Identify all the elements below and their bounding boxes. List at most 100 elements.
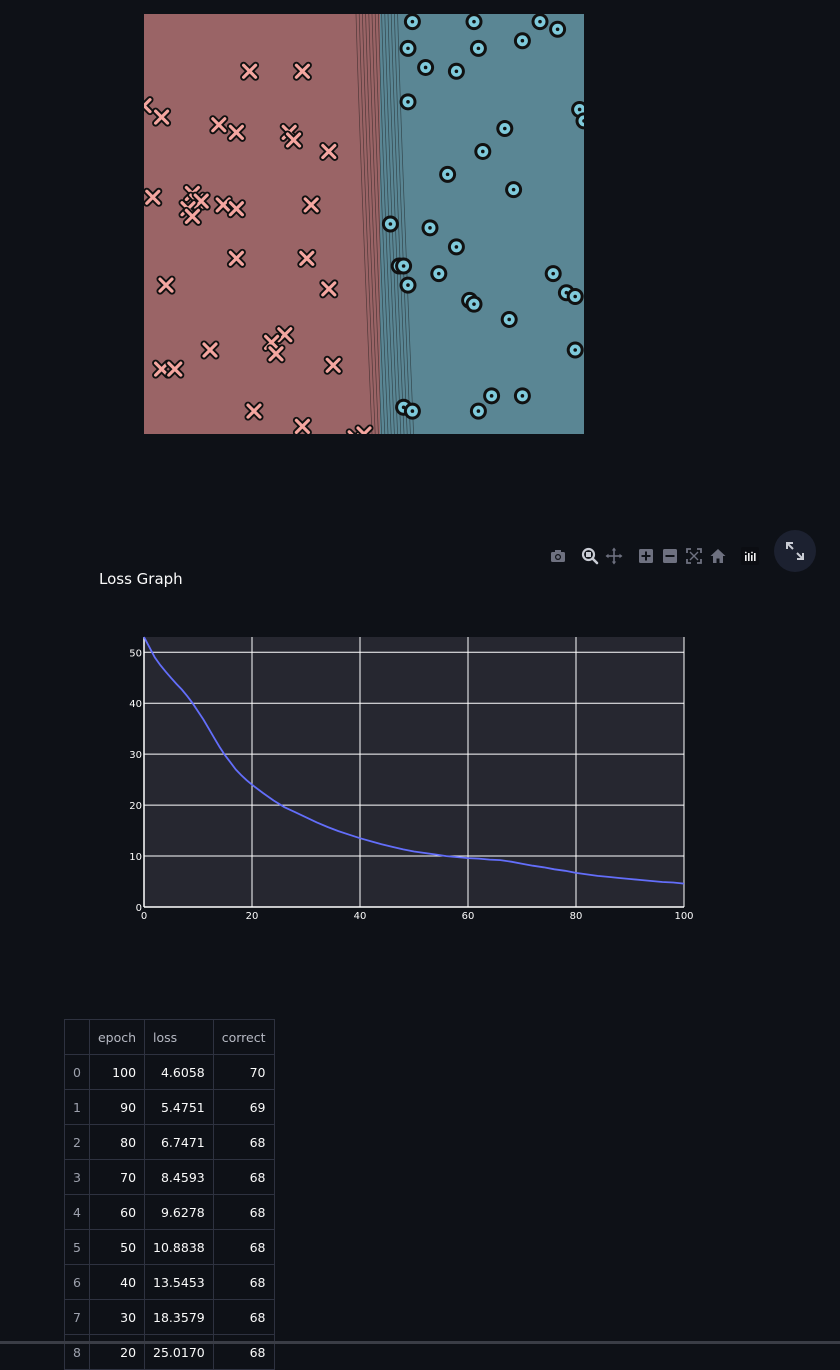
o-marker	[496, 120, 514, 138]
x-marker	[200, 340, 220, 360]
fullscreen-button[interactable]	[774, 530, 816, 572]
plotly-logo-icon[interactable]	[741, 547, 759, 565]
o-marker	[566, 288, 584, 306]
table-header-row: epoch loss correct	[64, 1019, 275, 1055]
epoch-cell[interactable]: 60	[88, 1194, 146, 1230]
correct-cell[interactable]: 68	[212, 1159, 275, 1195]
decision-boundary-svg[interactable]	[144, 14, 584, 434]
epoch-cell[interactable]: 90	[88, 1089, 146, 1125]
table-row: 3 70 8.4593 68	[64, 1159, 275, 1195]
correct-header[interactable]: correct	[212, 1019, 275, 1055]
loss-cell[interactable]: 13.5453	[144, 1264, 214, 1300]
o-marker	[447, 62, 465, 80]
row-index-cell[interactable]: 3	[64, 1159, 90, 1195]
row-index-cell[interactable]: 7	[64, 1299, 90, 1335]
o-marker	[399, 39, 417, 57]
expand-icon	[786, 542, 804, 560]
zoom-icon[interactable]	[581, 547, 599, 565]
epoch-cell[interactable]: 20	[88, 1334, 146, 1370]
loss-cell[interactable]: 4.6058	[144, 1054, 214, 1090]
loss-cell[interactable]: 5.4751	[144, 1089, 214, 1125]
zoom-in-icon[interactable]	[637, 547, 655, 565]
correct-cell[interactable]: 68	[212, 1264, 275, 1300]
o-marker	[469, 39, 487, 57]
y-tick-label: 20	[129, 801, 142, 812]
o-marker	[544, 265, 562, 283]
loss-cell[interactable]: 18.3579	[144, 1299, 214, 1335]
row-index-cell[interactable]: 6	[64, 1264, 90, 1300]
home-icon[interactable]	[709, 547, 727, 565]
index-header[interactable]	[64, 1019, 90, 1055]
table-row: 7 30 18.3579 68	[64, 1299, 275, 1335]
epoch-cell[interactable]: 40	[88, 1264, 146, 1300]
table-row: 8 20 25.0170 68	[64, 1334, 275, 1370]
o-marker	[505, 181, 523, 199]
autoscale-icon[interactable]	[685, 547, 703, 565]
correct-cell[interactable]: 70	[212, 1054, 275, 1090]
x-marker	[244, 401, 264, 421]
o-marker	[465, 295, 483, 313]
o-marker	[417, 58, 435, 76]
loss-line-chart[interactable]: 0 20 40 60 80 100 0 10 20 30 40 50	[0, 620, 840, 930]
x-tick-label: 20	[246, 911, 259, 922]
loss-cell[interactable]: 25.0170	[144, 1334, 214, 1370]
correct-cell[interactable]: 69	[212, 1089, 275, 1125]
zoom-out-icon[interactable]	[661, 547, 679, 565]
loss-cell[interactable]: 6.7471	[144, 1124, 214, 1160]
correct-cell[interactable]: 68	[212, 1194, 275, 1230]
x-marker	[152, 107, 172, 127]
o-marker	[439, 165, 457, 183]
epoch-cell[interactable]: 80	[88, 1124, 146, 1160]
loss-y-tick-labels: 0 10 20 30 40 50	[129, 648, 142, 914]
x-marker	[266, 344, 286, 364]
y-tick-label: 0	[136, 903, 142, 914]
x-marker	[301, 195, 321, 215]
row-index-cell[interactable]: 1	[64, 1089, 90, 1125]
epoch-header[interactable]: epoch	[88, 1019, 146, 1055]
loss-cell[interactable]: 8.4593	[144, 1159, 214, 1195]
x-marker	[226, 248, 246, 268]
table-body: 0 100 4.6058 70 1 90 5.4751 69 2 80 6.7471 68 3 70 8.4…	[64, 1054, 275, 1370]
o-marker	[421, 219, 439, 237]
training-table: epoch loss correct 0 100 4.6058 70 1 90 5.4751…	[64, 1019, 275, 1370]
loss-plot-area	[144, 637, 684, 907]
o-marker	[403, 402, 421, 420]
table-row: 1 90 5.4751 69	[64, 1089, 275, 1125]
correct-cell[interactable]: 68	[212, 1299, 275, 1335]
loss-cell[interactable]: 10.8838	[144, 1229, 214, 1265]
table-row: 0 100 4.6058 70	[64, 1054, 275, 1090]
row-index-cell[interactable]: 5	[64, 1229, 90, 1265]
row-index-cell[interactable]: 0	[64, 1054, 90, 1090]
row-index-cell[interactable]: 4	[64, 1194, 90, 1230]
x-marker	[226, 122, 246, 142]
o-marker	[513, 32, 531, 50]
epoch-cell[interactable]: 30	[88, 1299, 146, 1335]
y-tick-label: 10	[129, 852, 142, 863]
o-marker	[500, 310, 518, 328]
decision-boundary-plot[interactable]	[144, 14, 584, 434]
x-marker	[319, 141, 339, 161]
loss-cell[interactable]: 9.6278	[144, 1194, 214, 1230]
o-marker	[566, 341, 584, 359]
pan-icon[interactable]	[605, 547, 623, 565]
epoch-cell[interactable]: 50	[88, 1229, 146, 1265]
x-tick-label: 40	[354, 911, 367, 922]
loss-header[interactable]: loss	[144, 1019, 214, 1055]
x-tick-label: 80	[570, 911, 583, 922]
loss-x-tick-labels: 0 20 40 60 80 100	[141, 911, 694, 922]
epoch-cell[interactable]: 100	[88, 1054, 146, 1090]
y-tick-label: 40	[129, 699, 142, 710]
o-marker	[474, 142, 492, 160]
epoch-cell[interactable]: 70	[88, 1159, 146, 1195]
table-row: 5 50 10.8838 68	[64, 1229, 275, 1265]
row-index-cell[interactable]: 8	[64, 1334, 90, 1370]
o-marker	[447, 238, 465, 256]
x-marker	[165, 359, 185, 379]
correct-cell[interactable]: 68	[212, 1124, 275, 1160]
camera-icon[interactable]	[549, 547, 567, 565]
correct-cell[interactable]: 68	[212, 1229, 275, 1265]
correct-cell[interactable]: 68	[212, 1334, 275, 1370]
x-marker	[292, 61, 312, 81]
row-index-cell[interactable]: 2	[64, 1124, 90, 1160]
x-marker	[156, 275, 176, 295]
